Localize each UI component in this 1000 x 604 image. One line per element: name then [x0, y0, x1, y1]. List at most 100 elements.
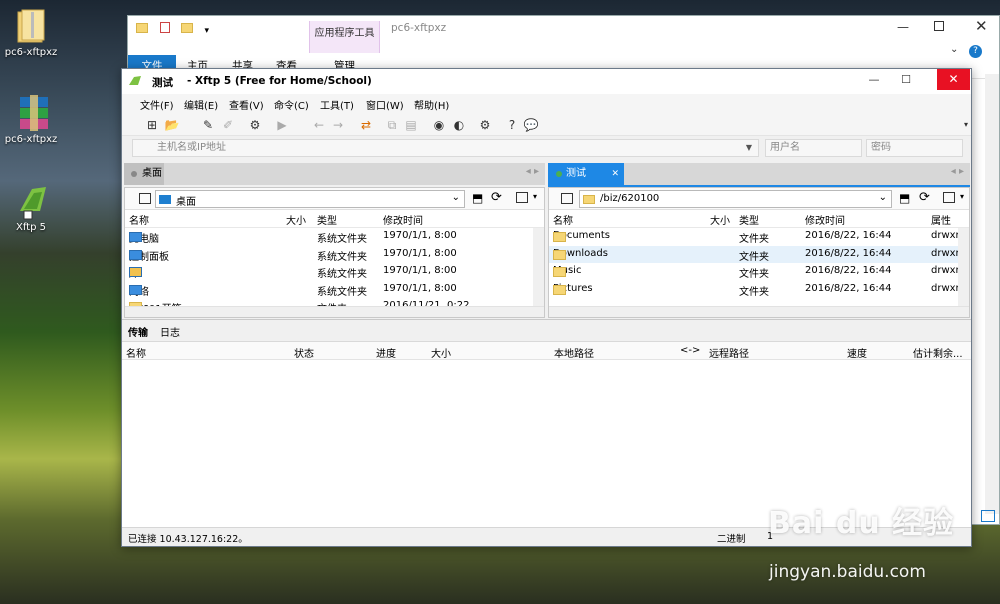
- menu-file[interactable]: 文件(F): [140, 97, 174, 112]
- folder-up-icon[interactable]: ⬒: [472, 191, 483, 205]
- col-remote-path[interactable]: 远程路径: [709, 345, 749, 360]
- col-type[interactable]: 类型: [739, 212, 759, 227]
- tab-transfer[interactable]: 传输: [128, 324, 148, 339]
- xftp-link-icon[interactable]: ◐: [451, 117, 467, 133]
- menu-command[interactable]: 命令(C): [274, 97, 309, 112]
- minimize-button[interactable]: —: [897, 20, 909, 34]
- pane-toggle-icon[interactable]: [561, 193, 573, 204]
- minimize-button[interactable]: —: [859, 69, 889, 90]
- view-mode-icon[interactable]: [943, 192, 955, 203]
- title-bar[interactable]: 测试 - Xftp 5 (Free for Home/School) — ☐ ✕: [122, 69, 971, 94]
- dropdown-icon[interactable]: ▾: [205, 26, 210, 36]
- local-file-pane[interactable]: 桌面 ⌄ ⬒ ⟳ ▾ 名称 大小 类型 修改时间 此电脑 系统文件夹 1970/1/…: [124, 187, 545, 318]
- list-item[interactable]: 网络 系统文件夹 1970/1/1, 8:00: [125, 281, 544, 299]
- col-size[interactable]: 大小: [286, 212, 306, 227]
- horizontal-scrollbar[interactable]: [549, 306, 969, 317]
- desktop-icon-rar[interactable]: pc6-xftpxz: [0, 95, 66, 145]
- forward-arrow-icon[interactable]: →: [330, 117, 346, 133]
- explorer-title: pc6-xftpxz: [391, 22, 447, 34]
- close-button[interactable]: ✕: [975, 17, 988, 35]
- play-icon[interactable]: ▶: [274, 117, 290, 133]
- menu-edit[interactable]: 编辑(E): [184, 97, 218, 112]
- maximize-button[interactable]: ☐: [891, 69, 921, 90]
- dropdown-icon[interactable]: ⌄: [879, 192, 887, 203]
- col-eta[interactable]: 估计剩余...: [913, 345, 963, 360]
- back-arrow-icon[interactable]: ←: [311, 117, 327, 133]
- vertical-scrollbar[interactable]: [533, 228, 544, 308]
- col-size[interactable]: 大小: [431, 345, 451, 360]
- menu-window[interactable]: 窗口(W): [366, 97, 404, 112]
- explorer-scrollbar[interactable]: [985, 74, 999, 514]
- col-attributes[interactable]: 属性: [931, 212, 951, 227]
- close-button[interactable]: ✕: [937, 69, 970, 90]
- col-name[interactable]: 名称: [126, 345, 146, 360]
- col-modified[interactable]: 修改时间: [383, 212, 423, 227]
- menu-help[interactable]: 帮助(H): [414, 97, 449, 112]
- list-item[interactable]: 此电脑 系统文件夹 1970/1/1, 8:00: [125, 228, 544, 246]
- col-direction[interactable]: <->: [680, 345, 700, 356]
- col-name[interactable]: 名称: [553, 212, 573, 227]
- dropdown-icon[interactable]: ▼: [746, 140, 752, 156]
- tab-log[interactable]: 日志: [160, 324, 180, 339]
- copy-icon[interactable]: ⧉: [384, 117, 400, 133]
- tab-close-icon[interactable]: ✕: [611, 163, 619, 185]
- vertical-scrollbar[interactable]: [958, 228, 969, 308]
- explorer-view-toggle[interactable]: [981, 510, 995, 522]
- new-folder-icon[interactable]: [181, 23, 193, 33]
- tab-scroll-arrows[interactable]: ◂ ▸: [526, 166, 539, 177]
- dropdown-icon[interactable]: ⌄: [452, 192, 460, 203]
- desktop-icon-xftp[interactable]: Xftp 5: [0, 183, 66, 233]
- chat-icon[interactable]: 💬: [523, 117, 539, 133]
- col-status[interactable]: 状态: [294, 345, 314, 360]
- open-folder-icon[interactable]: 📂: [164, 117, 180, 133]
- new-session-icon[interactable]: ⊞: [144, 117, 160, 133]
- desktop-icon-zip-folder[interactable]: pc6-xftpxz: [0, 8, 66, 58]
- pane-toggle-icon[interactable]: [139, 193, 151, 204]
- xshell-icon[interactable]: ◉: [431, 117, 447, 133]
- brush-icon[interactable]: ✐: [220, 117, 236, 133]
- xftp-window[interactable]: 测试 - Xftp 5 (Free for Home/School) — ☐ ✕…: [121, 68, 972, 547]
- refresh-icon[interactable]: ⟳: [919, 190, 930, 205]
- col-name[interactable]: 名称: [129, 212, 149, 227]
- col-progress[interactable]: 进度: [376, 345, 396, 360]
- dropdown-icon[interactable]: ▾: [533, 192, 537, 201]
- connection-status: 已连接 10.43.127.16:22。: [128, 534, 248, 545]
- horizontal-scrollbar[interactable]: [125, 306, 544, 317]
- menu-tools[interactable]: 工具(T): [320, 97, 354, 112]
- edit-icon[interactable]: ✎: [200, 117, 216, 133]
- col-local-path[interactable]: 本地路径: [554, 345, 594, 360]
- list-item[interactable]: 库 系统文件夹 1970/1/1, 8:00: [125, 263, 544, 281]
- tab-scroll-arrows[interactable]: ◂ ▸: [951, 166, 964, 177]
- settings-icon[interactable]: ⚙: [477, 117, 493, 133]
- col-type[interactable]: 类型: [317, 212, 337, 227]
- maximize-button[interactable]: [934, 21, 944, 31]
- list-item[interactable]: Pictures 文件夹 2016/8/22, 16:44 drwxr: [549, 281, 969, 299]
- folder-up-icon[interactable]: ⬒: [899, 191, 910, 205]
- transfer-icon[interactable]: ⇄: [358, 117, 374, 133]
- username-input[interactable]: 用户名: [765, 139, 862, 157]
- paste-icon[interactable]: ▤: [403, 117, 419, 133]
- properties-icon[interactable]: ⚙: [247, 117, 263, 133]
- remote-file-pane[interactable]: /biz/620100 ⌄ ⬒ ⟳ ▾ 名称 大小 类型 修改时间 属性 Doc…: [548, 187, 970, 318]
- list-item[interactable]: 控制面板 系统文件夹 1970/1/1, 8:00: [125, 246, 544, 264]
- menu-view[interactable]: 查看(V): [229, 97, 264, 112]
- col-size[interactable]: 大小: [710, 212, 730, 227]
- list-item[interactable]: Downloads 文件夹 2016/8/22, 16:44 drwxr: [549, 245, 969, 263]
- toolbar-overflow-icon[interactable]: ▾: [958, 117, 974, 133]
- tab-local-desktop[interactable]: 桌面: [124, 163, 164, 185]
- password-input[interactable]: 密码: [866, 139, 963, 157]
- host-input[interactable]: 主机名或IP地址 ▼: [132, 139, 759, 157]
- help-icon[interactable]: ?: [504, 117, 520, 133]
- col-modified[interactable]: 修改时间: [805, 212, 845, 227]
- view-mode-icon[interactable]: [516, 192, 528, 203]
- toolbar: ⊞ 📂 ✎ ✐ ⚙ ▶ ← → ⇄ ⧉ ▤ ◉ ◐ ⚙ ? 💬 ▾: [122, 114, 971, 136]
- remote-path-input[interactable]: /biz/620100 ⌄: [579, 190, 892, 208]
- list-item[interactable]: Music 文件夹 2016/8/22, 16:44 drwxr: [549, 263, 969, 281]
- refresh-icon[interactable]: ⟳: [491, 190, 502, 205]
- local-path-input[interactable]: 桌面 ⌄: [155, 190, 465, 208]
- dropdown-icon[interactable]: ▾: [960, 192, 964, 201]
- properties-icon[interactable]: [159, 22, 170, 33]
- list-item[interactable]: Documents 文件夹 2016/8/22, 16:44 drwxr: [549, 228, 969, 246]
- col-speed[interactable]: 速度: [847, 345, 867, 360]
- tab-remote-session[interactable]: 测试 ✕: [548, 163, 624, 185]
